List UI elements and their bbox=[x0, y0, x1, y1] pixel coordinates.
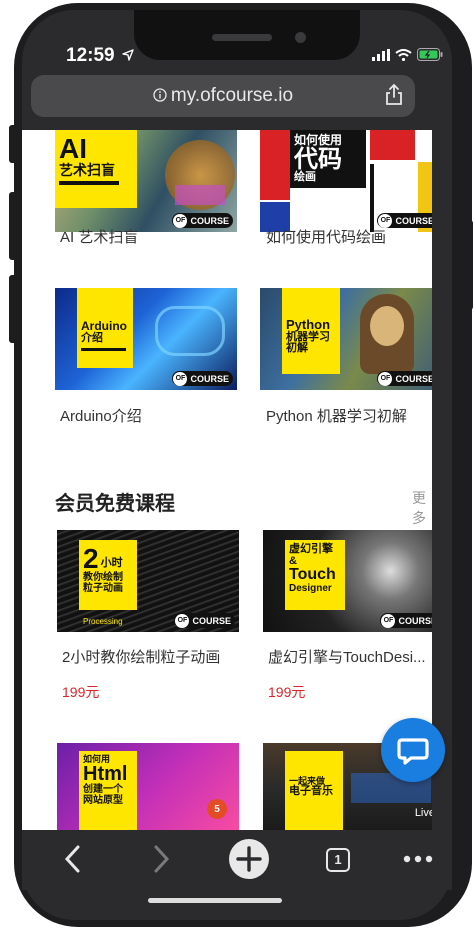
brand-logo: OFCOURSE bbox=[377, 371, 432, 386]
course-thumbnail: 2 小时 教你绘制 粒子动画 Processing OF COURSE bbox=[57, 530, 239, 632]
badge-line: Touch bbox=[289, 566, 336, 584]
course-price: 199元 bbox=[62, 684, 100, 700]
html5-icon: 5 bbox=[207, 799, 227, 819]
badge-line: 粒子动画 bbox=[83, 582, 123, 594]
badge-line: 艺术扫盲 bbox=[59, 162, 115, 179]
more-link[interactable]: 更多 bbox=[412, 488, 432, 528]
browser-toolbar: 1 bbox=[22, 830, 452, 890]
course-thumbnail: Python 机器学习 初解 OF COURSE bbox=[260, 288, 432, 390]
badge-line: 代码 bbox=[294, 145, 342, 173]
section-title: 会员免费课程 bbox=[55, 493, 175, 515]
course-thumbnail: Arduino 介绍 OF COURSE bbox=[55, 288, 237, 390]
chat-button[interactable] bbox=[381, 718, 445, 782]
badge-line: 初解 bbox=[286, 342, 308, 355]
brand-logo: OFCOURSE bbox=[380, 613, 432, 628]
badge-line: 虚幻引擎 bbox=[289, 543, 333, 555]
url-text: my.ofcourse.io bbox=[31, 75, 415, 117]
badge-line: Designer bbox=[289, 582, 332, 594]
status-icons bbox=[372, 48, 443, 61]
home-indicator bbox=[148, 898, 282, 903]
course-thumbnail: 如何使用 代码 绘画 OF COURSE bbox=[260, 130, 432, 232]
share-icon[interactable] bbox=[385, 84, 403, 106]
course-title: AI 艺术扫盲 bbox=[60, 229, 139, 246]
forward-icon[interactable] bbox=[150, 844, 172, 874]
location-arrow-icon bbox=[122, 49, 134, 61]
tab-count: 1 bbox=[334, 852, 342, 867]
camera bbox=[295, 32, 306, 43]
course-title: Arduino介绍 bbox=[60, 408, 142, 425]
status-time: 12:59 bbox=[66, 45, 134, 67]
badge-line: 绘画 bbox=[294, 170, 316, 183]
speaker bbox=[212, 34, 272, 41]
battery-icon bbox=[417, 48, 443, 61]
back-icon[interactable] bbox=[62, 844, 84, 874]
tabs-icon[interactable]: 1 bbox=[326, 848, 350, 872]
info-icon bbox=[153, 88, 167, 102]
badge-line: 电子音乐 bbox=[289, 785, 333, 798]
address-bar[interactable]: my.ofcourse.io bbox=[31, 75, 415, 117]
chat-icon bbox=[397, 738, 429, 765]
badge-line: AI bbox=[59, 133, 87, 164]
badge-line: Arduino bbox=[81, 319, 127, 333]
course-title: 虚幻引擎与TouchDesi... bbox=[268, 649, 426, 666]
course-price: 199元 bbox=[268, 684, 306, 700]
notch bbox=[134, 10, 360, 60]
course-title: Python 机器学习初解 bbox=[266, 408, 407, 425]
course-title: 2小时教你绘制粒子动画 bbox=[62, 649, 221, 666]
live-tag: Live bbox=[414, 807, 432, 819]
course-title: 如何使用代码绘画 bbox=[266, 229, 387, 246]
new-tab-icon[interactable] bbox=[228, 838, 270, 880]
brand-logo: OFCOURSE bbox=[172, 371, 233, 386]
wifi-icon bbox=[395, 48, 412, 61]
badge-line: 2 bbox=[83, 543, 99, 574]
badge-line: Html bbox=[83, 763, 128, 786]
badge-line: 小时 bbox=[100, 556, 123, 569]
brand-logo: OFCOURSE bbox=[174, 613, 235, 628]
badge-line: Python bbox=[286, 317, 331, 332]
badge-line: 介绍 bbox=[81, 331, 103, 344]
course-thumbnail: AI 艺术扫盲 OF COURSE bbox=[55, 130, 237, 232]
signal-icon bbox=[372, 48, 390, 61]
badge-line: 如何使用 bbox=[294, 133, 343, 147]
course-thumbnail: 如何用 Html 创建一个 网站原型 5 bbox=[57, 743, 239, 830]
page-content: AI 艺术扫盲 OF COURSE AI 艺术扫盲 如何使用 代码 绘画 OF CO… bbox=[22, 130, 432, 830]
tool-tag: Processing bbox=[83, 617, 123, 626]
more-icon[interactable] bbox=[402, 854, 434, 864]
badge-line: 网站原型 bbox=[83, 794, 123, 806]
course-thumbnail: 虚幻引擎 & Touch Designer OFCOURSE bbox=[263, 530, 432, 632]
